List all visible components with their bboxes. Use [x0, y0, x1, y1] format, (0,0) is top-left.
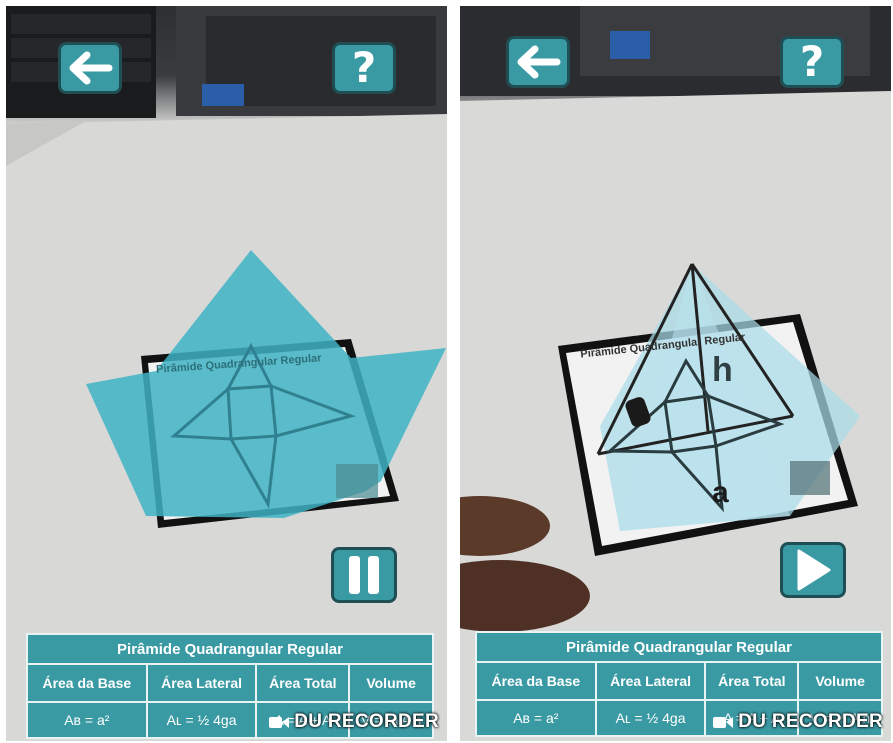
watermark-text: DU RECORDER — [294, 711, 439, 732]
watermark-text: DU RECORDER — [738, 711, 883, 732]
right-screen: Pirâmide Quadrangular Regular h a ? Pirâ… — [460, 6, 891, 741]
table-title: Pirâmide Quadrangular Regular — [26, 633, 434, 665]
header-total-area: Área Total — [704, 661, 800, 701]
back-button[interactable] — [58, 42, 122, 94]
formula-lateral-area: Aʟ = ½ 4ga — [145, 701, 258, 739]
header-volume: Volume — [348, 663, 434, 703]
help-button[interactable]: ? — [780, 36, 844, 88]
header-lateral-area: Área Lateral — [145, 663, 258, 703]
camera-icon — [269, 717, 290, 728]
arrow-left-icon — [517, 45, 561, 79]
help-icon: ? — [799, 37, 825, 86]
arrow-left-icon — [69, 51, 113, 85]
play-button[interactable] — [780, 542, 846, 598]
back-button[interactable] — [506, 36, 570, 88]
header-volume: Volume — [797, 661, 883, 701]
help-icon: ? — [351, 43, 377, 92]
header-base-area: Área da Base — [26, 663, 148, 703]
recorder-watermark: DU RECORDER — [712, 711, 883, 733]
label-height: h — [712, 351, 733, 389]
camera-icon — [713, 717, 734, 728]
table-title: Pirâmide Quadrangular Regular — [475, 631, 883, 663]
camera-scene — [6, 6, 447, 741]
left-screen: Pirâmide Quadrangular Regular ? Pirâmide… — [6, 6, 447, 741]
play-icon — [797, 549, 831, 591]
formula-base-area: Aʙ = a² — [475, 699, 597, 737]
label-edge: a — [712, 476, 729, 509]
recorder-watermark: DU RECORDER — [268, 711, 439, 733]
header-base-area: Área da Base — [475, 661, 597, 701]
pause-button[interactable] — [331, 547, 397, 603]
header-total-area: Área Total — [255, 663, 351, 703]
header-lateral-area: Área Lateral — [594, 661, 707, 701]
formula-lateral-area: Aʟ = ½ 4ga — [594, 699, 707, 737]
help-button[interactable]: ? — [332, 42, 396, 94]
pause-icon — [349, 556, 379, 594]
formula-base-area: Aʙ = a² — [26, 701, 148, 739]
